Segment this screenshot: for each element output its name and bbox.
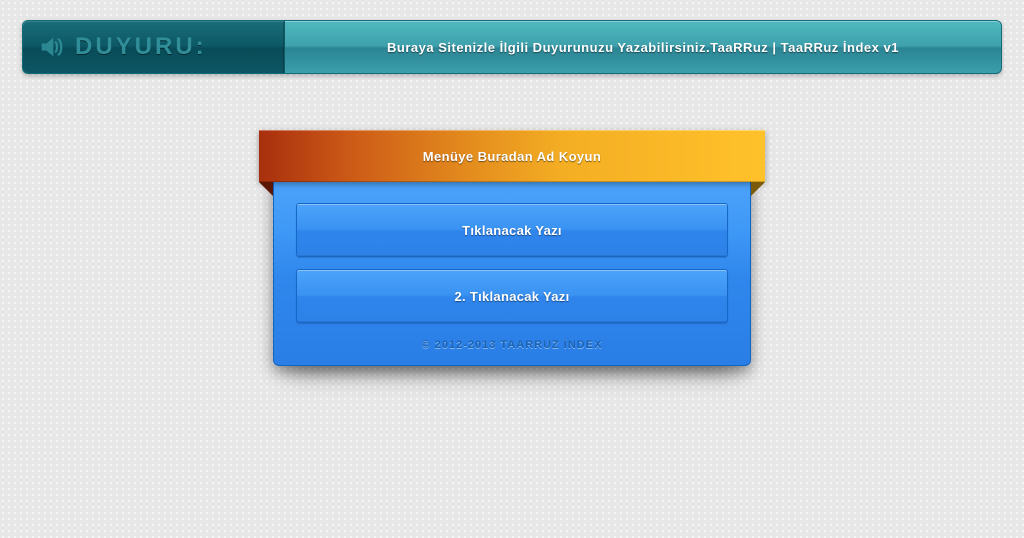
menu-title-ribbon: Menüye Buradan Ad Koyun — [259, 130, 765, 182]
menu-item-1[interactable]: Tıklanacak Yazı — [296, 203, 728, 257]
stage: Menüye Buradan Ad Koyun Tıklanacak Yazı … — [0, 130, 1024, 366]
speaker-icon — [37, 33, 65, 61]
announcement-label-box: Duyuru: — [23, 21, 285, 73]
announcement-bar: Duyuru: Buraya Sitenizle İlgili Duyurunu… — [22, 20, 1002, 74]
footer-text: © 2012-2013 TaaRRuz İndex — [296, 335, 728, 351]
menu-card-wrap: Menüye Buradan Ad Koyun Tıklanacak Yazı … — [273, 130, 751, 366]
announcement-label: Duyuru: — [75, 33, 207, 61]
menu-item-2[interactable]: 2. Tıklanacak Yazı — [296, 269, 728, 323]
menu-item-label: 2. Tıklanacak Yazı — [454, 289, 569, 304]
menu-title: Menüye Buradan Ad Koyun — [423, 149, 601, 164]
menu-item-label: Tıklanacak Yazı — [462, 223, 562, 238]
announcement-message: Buraya Sitenizle İlgili Duyurunuzu Yazab… — [285, 21, 1001, 73]
